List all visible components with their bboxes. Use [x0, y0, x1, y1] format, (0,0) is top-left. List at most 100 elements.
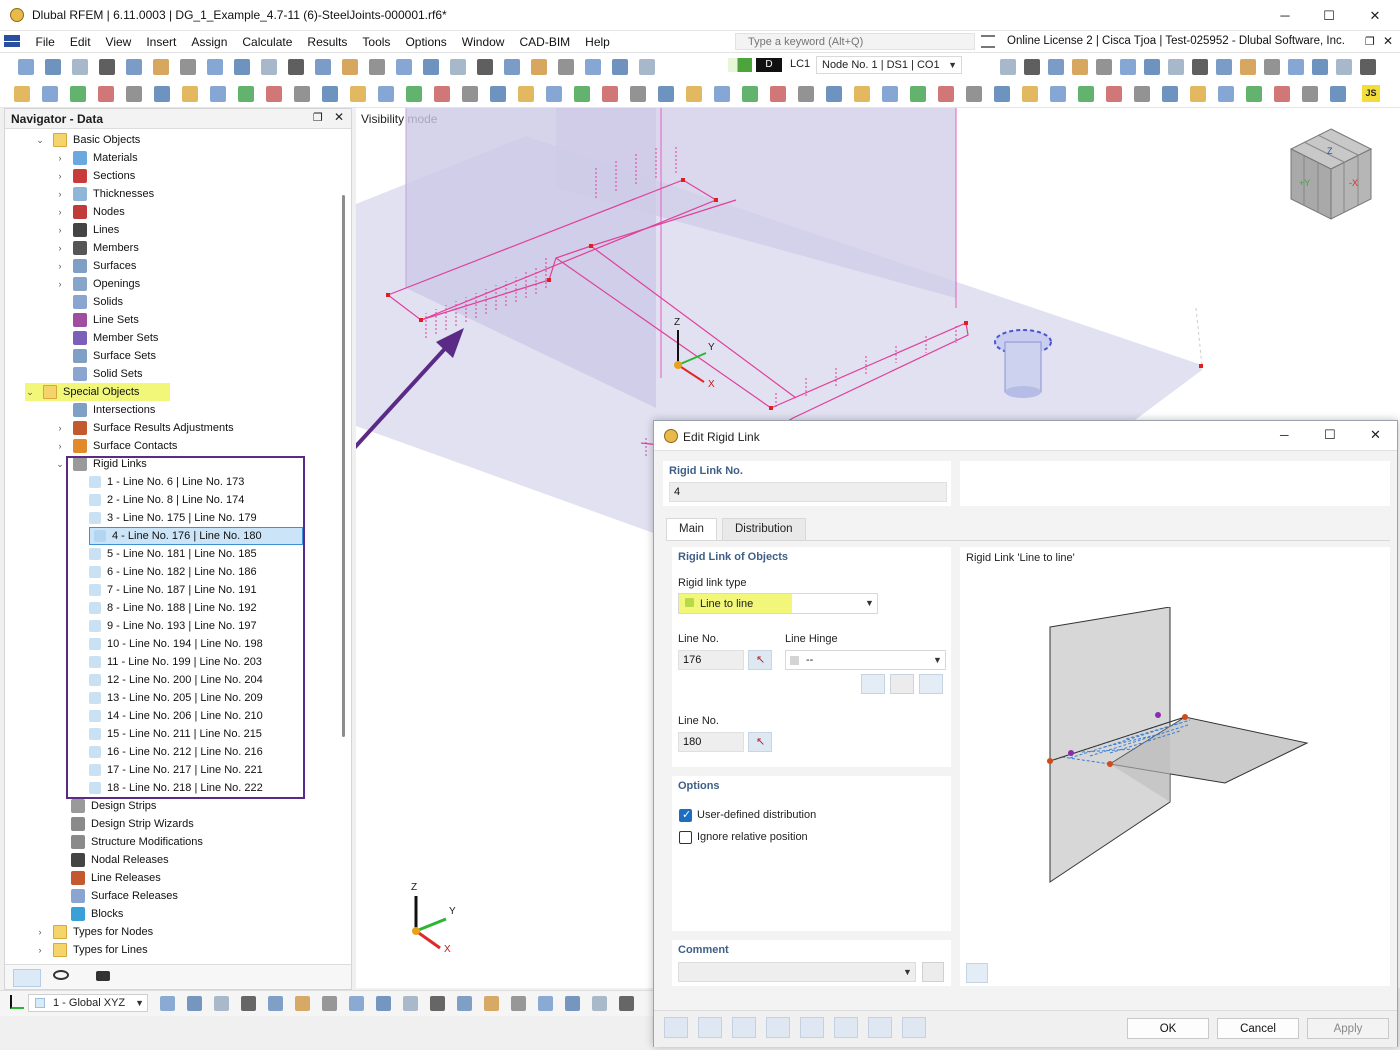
- bottom-tool-icon-13[interactable]: [484, 996, 499, 1011]
- toolbar-1-tool-icon-3[interactable]: [72, 59, 88, 75]
- tree-solids[interactable]: Solids: [73, 293, 123, 311]
- menu-results[interactable]: Results: [300, 34, 355, 50]
- toolbar-1-tool-icon-18[interactable]: [477, 59, 493, 75]
- toolbar-2-tool-icon-20[interactable]: [546, 86, 562, 102]
- bottom-tool-icon-5[interactable]: [268, 996, 283, 1011]
- toolbar-2-tool-icon-6[interactable]: [154, 86, 170, 102]
- maximize-button[interactable]: ☐: [1306, 0, 1352, 31]
- toolbar-1-tool-icon-11[interactable]: [288, 59, 304, 75]
- tree-types-for-lines[interactable]: ›Types for Lines: [35, 941, 148, 959]
- toolbar-2-tool-icon-33[interactable]: [910, 86, 926, 102]
- comment-library-button[interactable]: [922, 962, 944, 982]
- tree-surfaces[interactable]: ›Surfaces: [55, 257, 136, 275]
- toolbar-1-right-tool-icon-8[interactable]: [1168, 59, 1184, 75]
- toolbar-2-tool-icon-17[interactable]: [462, 86, 478, 102]
- load-case-label[interactable]: LC1: [790, 58, 810, 70]
- toolbar-1-tool-icon-14[interactable]: [369, 59, 385, 75]
- tree-surface-contacts[interactable]: ›Surface Contacts: [55, 437, 177, 455]
- bottom-tool-icon-15[interactable]: [538, 996, 553, 1011]
- edit-hinge-button[interactable]: [890, 674, 914, 694]
- rigid-link-type-select[interactable]: Line to line ▼: [678, 593, 878, 614]
- comment-field[interactable]: ▼: [678, 962, 916, 982]
- toolbar-1-right-tool-icon-2[interactable]: [1024, 59, 1040, 75]
- footer-tool-icon-2[interactable]: [698, 1017, 722, 1038]
- footer-tool-icon-4[interactable]: [766, 1017, 790, 1038]
- bottom-tool-icon-16[interactable]: [565, 996, 580, 1011]
- dialog-close-button[interactable]: ✕: [1370, 427, 1381, 443]
- toolbar-1-tool-icon-2[interactable]: [45, 59, 61, 75]
- toolbar-2-tool-icon-45[interactable]: [1246, 86, 1262, 102]
- menu-window[interactable]: Window: [454, 34, 512, 50]
- toolbar-2-tool-icon-48[interactable]: [1330, 86, 1346, 102]
- chevron-right-icon[interactable]: ›: [55, 243, 65, 253]
- bottom-tool-icon-18[interactable]: [619, 996, 634, 1011]
- chevron-right-icon[interactable]: ›: [55, 153, 65, 163]
- menu-assign[interactable]: Assign: [184, 34, 235, 50]
- tree-thicknesses[interactable]: ›Thicknesses: [55, 185, 154, 203]
- toolbar-1-right-tool-icon-4[interactable]: [1072, 59, 1088, 75]
- bottom-tool-icon-9[interactable]: [376, 996, 391, 1011]
- close-button[interactable]: ✕: [1352, 0, 1398, 31]
- bottom-tool-icon-11[interactable]: [430, 996, 445, 1011]
- toolbar-2-tool-icon-38[interactable]: [1050, 86, 1066, 102]
- chevron-right-icon[interactable]: ›: [55, 279, 65, 289]
- rigid-link-no-field[interactable]: 4: [669, 482, 947, 502]
- pin-icon[interactable]: ❐: [313, 111, 323, 124]
- tree-members[interactable]: ›Members: [55, 239, 139, 257]
- bottom-tool-icon-8[interactable]: [349, 996, 364, 1011]
- toolbar-2-tool-icon-31[interactable]: [854, 86, 870, 102]
- chevron-down-icon[interactable]: ⌄: [25, 387, 35, 398]
- toolbar-1-tool-icon-17[interactable]: [450, 59, 466, 75]
- menu-help[interactable]: Help: [578, 34, 618, 50]
- footer-tool-icon-8[interactable]: [902, 1017, 926, 1038]
- bottom-tool-icon-6[interactable]: [295, 996, 310, 1011]
- toolbar-2-tool-icon-40[interactable]: [1106, 86, 1122, 102]
- tree-design-strips[interactable]: Design Strips: [71, 797, 156, 815]
- line1-field[interactable]: 176: [678, 650, 744, 670]
- menu-edit[interactable]: Edit: [62, 34, 98, 50]
- bottom-tool-icon-1[interactable]: [160, 996, 175, 1011]
- minimize-button[interactable]: ─: [1262, 0, 1308, 31]
- toolbar-1-right-tool-icon-10[interactable]: [1216, 59, 1232, 75]
- chevron-right-icon[interactable]: ›: [55, 261, 65, 271]
- toolbar-1-right-tool-icon-7[interactable]: [1144, 59, 1160, 75]
- views-tab-camera-icon[interactable]: [96, 971, 110, 981]
- tree-surface-releases[interactable]: Surface Releases: [71, 887, 178, 905]
- line1-pick-button[interactable]: ↖: [748, 650, 772, 670]
- navigator-close-icon[interactable]: ✕: [334, 110, 344, 124]
- menu-file[interactable]: File: [28, 34, 62, 50]
- bottom-tool-icon-10[interactable]: [403, 996, 418, 1011]
- footer-tool-icon-5[interactable]: [800, 1017, 824, 1038]
- toolbar-2-tool-icon-37[interactable]: [1022, 86, 1038, 102]
- toolbar-2-tool-icon-23[interactable]: [630, 86, 646, 102]
- tree-types-for-nodes[interactable]: ›Types for Nodes: [35, 923, 153, 941]
- tree-surface-results-adjustments[interactable]: ›Surface Results Adjustments: [55, 419, 234, 437]
- toolbar-2-tool-icon-29[interactable]: [798, 86, 814, 102]
- footer-tool-icon-7[interactable]: [868, 1017, 892, 1038]
- toolbar-2-tool-icon-41[interactable]: [1134, 86, 1150, 102]
- keyword-search[interactable]: [735, 33, 975, 50]
- restore-panel-icon[interactable]: ❐: [1365, 35, 1375, 48]
- toolbar-2-tool-icon-18[interactable]: [490, 86, 506, 102]
- bottom-tool-icon-7[interactable]: [322, 996, 337, 1011]
- toolbar-2-tool-icon-10[interactable]: [266, 86, 282, 102]
- menu-cad-bim[interactable]: CAD-BIM: [512, 34, 578, 50]
- toolbar-2-tool-icon-42[interactable]: [1162, 86, 1178, 102]
- toolbar-1-tool-icon-24[interactable]: [639, 59, 655, 75]
- navigator-scrollbar[interactable]: [342, 195, 345, 737]
- view-cube[interactable]: Z+Y-X: [1281, 124, 1381, 224]
- close-panel-icon[interactable]: ✕: [1383, 34, 1393, 48]
- toolbar-2-tool-icon-36[interactable]: [994, 86, 1010, 102]
- ok-button[interactable]: OK: [1127, 1018, 1209, 1039]
- tree-surface-sets[interactable]: Surface Sets: [73, 347, 156, 365]
- toolbar-1-tool-icon-5[interactable]: [126, 59, 142, 75]
- chevron-right-icon[interactable]: ›: [55, 225, 65, 235]
- bottom-tool-icon-3[interactable]: [214, 996, 229, 1011]
- tree-nodes[interactable]: ›Nodes: [55, 203, 125, 221]
- line-hinge-select[interactable]: -- ▼: [785, 650, 946, 670]
- toolbar-2-tool-icon-21[interactable]: [574, 86, 590, 102]
- new-hinge-button[interactable]: [861, 674, 885, 694]
- chevron-right-icon[interactable]: ›: [35, 945, 45, 955]
- tree-special-objects[interactable]: ⌄Special Objects: [25, 383, 170, 401]
- toolbar-2-tool-icon-11[interactable]: [294, 86, 310, 102]
